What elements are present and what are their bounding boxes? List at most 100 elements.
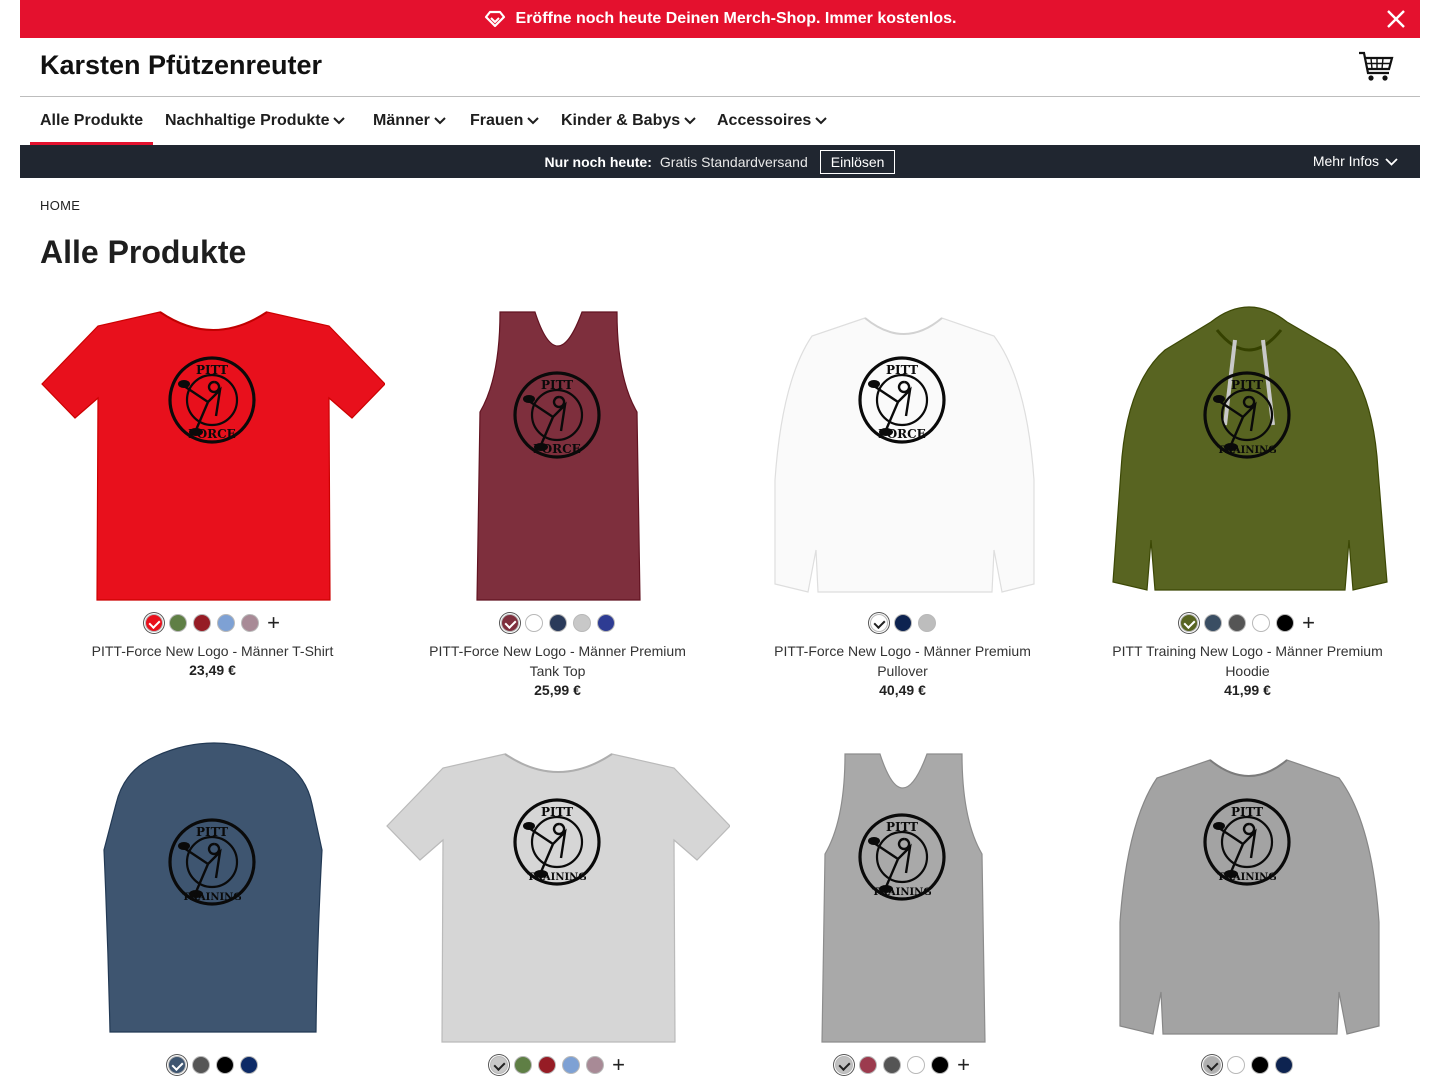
product-image-wrap[interactable]: PITT TRAINING	[730, 742, 1075, 1047]
nav-item-frauen[interactable]: Frauen	[470, 97, 540, 145]
product-name[interactable]: PITT-Force New Logo - Männer Premium Pul…	[760, 641, 1045, 681]
close-icon[interactable]	[1384, 7, 1408, 31]
color-swatch[interactable]	[215, 1056, 234, 1074]
color-swatch[interactable]	[145, 614, 164, 632]
product-name[interactable]: PITT-Force New Logo - Männer Premium Tan…	[415, 641, 700, 681]
color-swatch[interactable]	[500, 614, 519, 632]
color-swatch[interactable]	[586, 1056, 605, 1074]
product-name[interactable]: PITT Training New Logo - Männer Premium …	[1105, 641, 1390, 681]
offer-label: Nur noch heute:	[544, 153, 652, 170]
product-image[interactable]: PITT TRAINING	[385, 742, 731, 1047]
color-swatch[interactable]	[241, 614, 260, 632]
more-colors-button[interactable]: +	[957, 1054, 970, 1076]
breadcrumb-home[interactable]: HOME	[40, 198, 80, 213]
color-swatch[interactable]	[869, 614, 888, 632]
color-swatch[interactable]	[1180, 614, 1199, 632]
product-image[interactable]: PITT TRAINING	[1075, 300, 1420, 605]
color-swatch[interactable]	[572, 614, 591, 632]
more-colors-button[interactable]: +	[267, 612, 280, 634]
nav-item-accessoires[interactable]: Accessoires	[717, 97, 828, 145]
page-title: Alle Produkte	[40, 234, 247, 270]
logo-text-top: PITT	[886, 363, 918, 377]
product-image[interactable]: PITT FORCE	[385, 300, 730, 605]
logo-text-top: PITT	[541, 378, 573, 392]
color-swatch[interactable]	[167, 1056, 186, 1074]
product-image[interactable]: PITT FORCE	[730, 300, 1075, 605]
product-image-wrap[interactable]: PITT TRAINING	[1075, 742, 1420, 1047]
color-swatch[interactable]	[169, 614, 188, 632]
color-swatch[interactable]	[931, 1056, 950, 1074]
promo-text: Eröffne noch heute Deinen Merch-Shop. Im…	[515, 10, 957, 27]
color-swatch[interactable]	[907, 1056, 926, 1074]
offer-text: Gratis Standardversand	[659, 153, 808, 170]
logo-text-bottom: TRAINING	[182, 892, 242, 903]
more-colors-button[interactable]: +	[1302, 612, 1315, 634]
color-swatch[interactable]	[524, 614, 543, 632]
main-nav: Alle Produkte Nachhaltige Produkte Männe…	[20, 97, 1420, 145]
color-swatch[interactable]	[562, 1056, 581, 1074]
product-image-wrap[interactable]: PITT FORCE	[385, 300, 730, 605]
color-swatches	[385, 612, 730, 634]
color-swatch[interactable]	[917, 614, 936, 632]
color-swatch[interactable]	[1252, 614, 1271, 632]
more-colors-button[interactable]: +	[612, 1054, 625, 1076]
chevron-down-icon	[684, 112, 696, 130]
color-swatch[interactable]	[1226, 1056, 1245, 1074]
logo-text-top: PITT	[1231, 378, 1263, 392]
color-swatch[interactable]	[1202, 1056, 1221, 1074]
color-swatch[interactable]	[893, 614, 912, 632]
shopping-cart-icon[interactable]	[1358, 48, 1394, 84]
color-swatch[interactable]	[859, 1056, 878, 1074]
more-info-button[interactable]: Mehr Infos	[1313, 153, 1398, 169]
product-name[interactable]: PITT-Force New Logo - Männer T-Shirt	[70, 641, 355, 661]
shipping-info-bar: Nur noch heute: Gratis Standardversand E…	[20, 145, 1420, 178]
product-image-wrap[interactable]: PITT TRAINING	[40, 742, 385, 1047]
logo-text-bottom: FORCE	[878, 427, 926, 441]
color-swatches: +	[385, 1054, 730, 1076]
logo-text-top: PITT	[886, 820, 918, 834]
color-swatch[interactable]	[514, 1056, 533, 1074]
product-image[interactable]: PITT TRAINING	[730, 742, 1075, 1047]
color-swatch[interactable]	[596, 614, 615, 632]
product-image[interactable]: PITT TRAINING	[1075, 742, 1420, 1047]
color-swatch[interactable]	[217, 614, 236, 632]
logo-text-bottom: FORCE	[533, 442, 581, 456]
redeem-button[interactable]: Einlösen	[819, 149, 896, 174]
shop-brand[interactable]: Karsten Pfützenreuter	[40, 50, 322, 81]
product-price: 40,49 €	[879, 682, 926, 698]
garment-shape	[386, 753, 731, 1043]
color-swatch[interactable]	[1276, 614, 1295, 632]
color-swatch[interactable]	[1250, 1056, 1269, 1074]
chevron-down-icon	[434, 112, 446, 130]
color-swatch[interactable]	[548, 614, 567, 632]
chevron-down-icon	[1379, 153, 1398, 169]
product-price: 23,49 €	[189, 662, 236, 678]
product-image-wrap[interactable]: PITT TRAINING	[1075, 300, 1420, 605]
nav-item-kinder-babys[interactable]: Kinder & Babys	[561, 97, 696, 145]
promo-banner[interactable]: Eröffne noch heute Deinen Merch-Shop. Im…	[20, 0, 1420, 38]
nav-item-nachhaltige-produkte[interactable]: Nachhaltige Produkte	[165, 97, 346, 145]
product-image[interactable]: PITT FORCE	[40, 300, 386, 605]
logo-text-bottom: TRAINING	[872, 887, 932, 898]
nav-item-maenner[interactable]: Männer	[373, 97, 446, 145]
color-swatch[interactable]	[1204, 614, 1223, 632]
color-swatch[interactable]	[239, 1056, 258, 1074]
color-swatches	[730, 612, 1075, 634]
color-swatch[interactable]	[1228, 614, 1247, 632]
color-swatch[interactable]	[835, 1056, 854, 1074]
color-swatch[interactable]	[490, 1056, 509, 1074]
color-swatch[interactable]	[1274, 1056, 1293, 1074]
color-swatch[interactable]	[538, 1056, 557, 1074]
product-image[interactable]: PITT TRAINING	[40, 742, 385, 1047]
color-swatches: +	[730, 1054, 1075, 1076]
product-image-wrap[interactable]: PITT TRAINING	[385, 742, 731, 1047]
product-image-wrap[interactable]: PITT FORCE	[730, 300, 1075, 605]
product-image-wrap[interactable]: PITT FORCE	[40, 300, 386, 605]
nav-item-alle-produkte[interactable]: Alle Produkte	[30, 97, 154, 145]
garment-shape	[41, 311, 386, 601]
color-swatch[interactable]	[193, 614, 212, 632]
chevron-down-icon	[333, 112, 346, 130]
color-swatch[interactable]	[883, 1056, 902, 1074]
color-swatch[interactable]	[191, 1056, 210, 1074]
color-swatches	[40, 1054, 385, 1076]
